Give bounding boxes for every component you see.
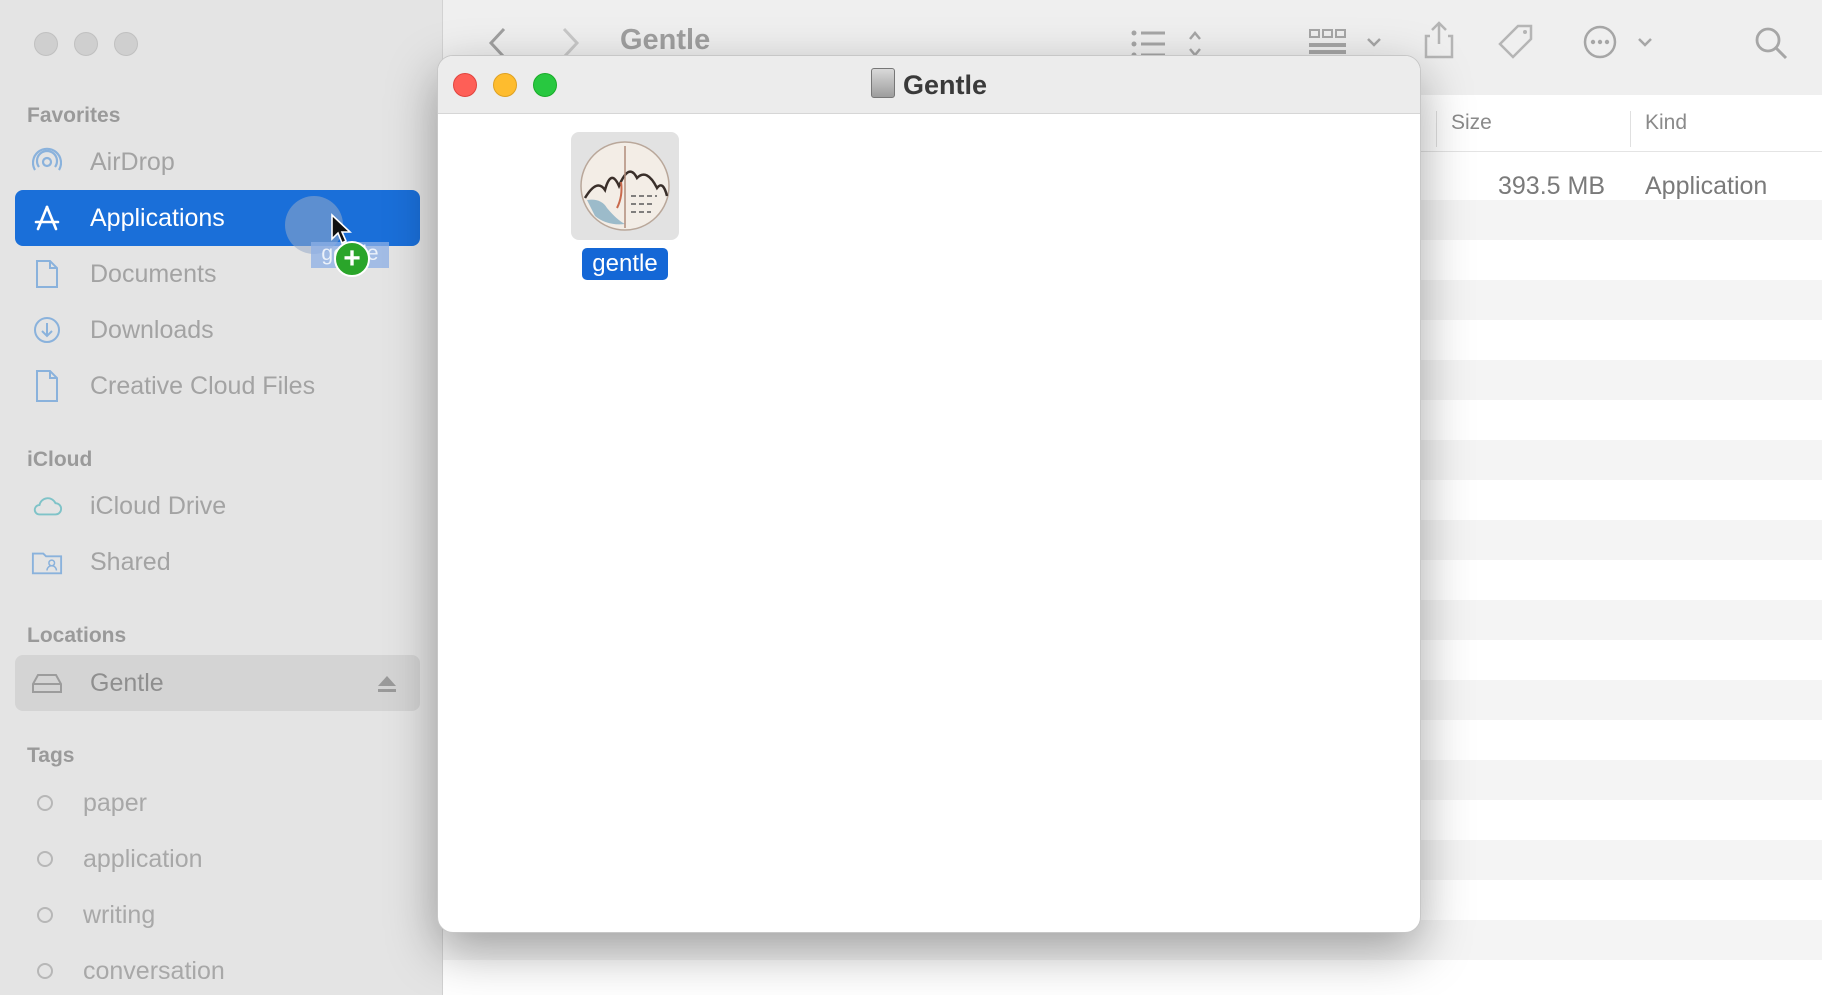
column-header: Size Kind — [1420, 95, 1822, 152]
sidebar-item-gentle[interactable]: Gentle — [15, 655, 420, 711]
tag-circle-icon — [37, 851, 53, 867]
tag-circle-icon — [37, 795, 53, 811]
more-actions-icon[interactable] — [1582, 24, 1654, 65]
sidebar-item-creative-cloud-files[interactable]: Creative Cloud Files — [15, 358, 420, 414]
inactive-window-controls — [34, 32, 138, 56]
zoom-button[interactable] — [114, 32, 138, 56]
cloud-icon — [31, 490, 63, 522]
shared-folder-icon — [31, 546, 63, 578]
finder-sidebar: Favorites AirDrop Applications Documents… — [0, 0, 443, 995]
tag-icon[interactable] — [1496, 22, 1536, 67]
sidebar-item-label: Documents — [90, 259, 217, 288]
column-header-kind[interactable]: Kind — [1645, 111, 1687, 135]
gentle-app-icon[interactable] — [571, 132, 679, 240]
minimize-button[interactable] — [74, 32, 98, 56]
sidebar-item-airdrop[interactable]: AirDrop — [15, 134, 420, 190]
tag-label: writing — [83, 900, 156, 929]
row-size[interactable]: 393.5 MB — [1498, 172, 1605, 201]
sidebar-item-label: Applications — [90, 203, 225, 232]
disk-image-window: Gentle gentle — [437, 55, 1421, 933]
applications-icon — [31, 202, 63, 234]
finder-window-title: Gentle — [620, 24, 711, 56]
section-title-favorites: Favorites — [27, 104, 121, 127]
section-title-icloud: iCloud — [27, 448, 93, 471]
search-icon[interactable] — [1754, 26, 1788, 65]
download-icon — [31, 314, 63, 346]
sidebar-tag-conversation[interactable]: conversation — [15, 951, 225, 991]
section-title-locations: Locations — [27, 624, 127, 647]
section-title-tags: Tags — [27, 744, 75, 767]
window-titlebar[interactable]: Gentle — [438, 56, 1420, 114]
tag-label: application — [83, 844, 203, 873]
sidebar-item-icloud-drive[interactable]: iCloud Drive — [15, 478, 420, 534]
sidebar-item-label: Downloads — [90, 315, 214, 344]
sidebar-item-label: Shared — [90, 547, 171, 576]
sidebar-item-label: AirDrop — [90, 147, 175, 176]
sidebar-item-label: iCloud Drive — [90, 491, 227, 520]
disk-icon — [870, 68, 895, 98]
sidebar-item-downloads[interactable]: Downloads — [15, 302, 420, 358]
column-header-size[interactable]: Size — [1451, 111, 1492, 135]
tag-label: paper — [83, 788, 147, 817]
sidebar-tag-paper[interactable]: paper — [15, 783, 147, 823]
sidebar-item-label: Creative Cloud Files — [90, 371, 316, 400]
sidebar-item-shared[interactable]: Shared — [15, 534, 420, 590]
tag-label: conversation — [83, 956, 225, 985]
share-icon[interactable] — [1422, 20, 1456, 65]
app-logo-icon — [580, 141, 670, 231]
eject-icon[interactable] — [376, 672, 398, 701]
gentle-app-label[interactable]: gentle — [582, 248, 668, 280]
tag-circle-icon — [37, 907, 53, 923]
tag-circle-icon — [37, 963, 53, 979]
row-kind[interactable]: Application — [1645, 172, 1767, 201]
airdrop-icon — [31, 146, 63, 178]
column-divider — [1436, 111, 1437, 147]
close-button[interactable] — [34, 32, 58, 56]
document-icon — [31, 370, 63, 402]
column-divider — [1630, 111, 1631, 147]
sidebar-item-label: Gentle — [90, 668, 164, 697]
drive-icon — [31, 667, 63, 699]
mouse-pointer-icon — [330, 213, 353, 250]
sidebar-tag-writing[interactable]: writing — [15, 895, 155, 935]
window-title: Gentle — [438, 68, 1420, 101]
window-title-text: Gentle — [902, 70, 988, 100]
sidebar-tag-application[interactable]: application — [15, 839, 203, 879]
sidebar-item-applications[interactable]: Applications — [15, 190, 420, 246]
document-icon — [31, 258, 63, 290]
